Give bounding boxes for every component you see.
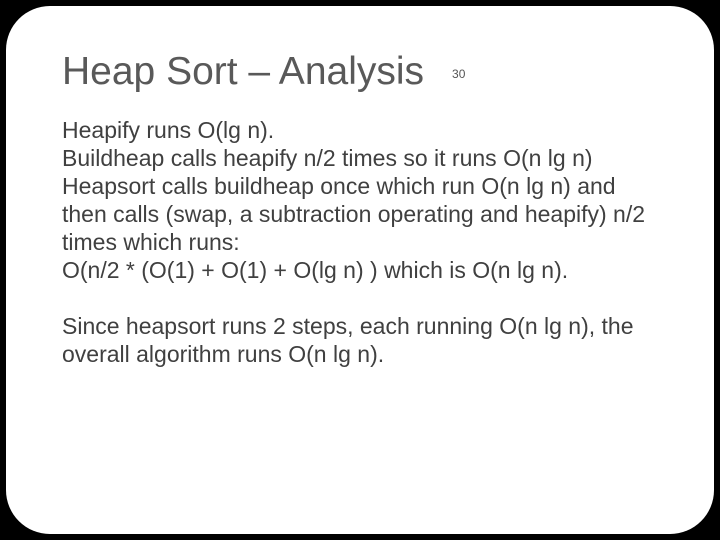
page-number: 30 — [452, 67, 465, 81]
slide-title: Heap Sort – Analysis — [62, 50, 424, 94]
body-line: O(n/2 * (O(1) + O(1) + O(lg n) ) which i… — [62, 256, 658, 284]
body-conclusion: Since heapsort runs 2 steps, each runnin… — [62, 312, 658, 368]
slide: Heap Sort – Analysis 30 Heapify runs O(l… — [6, 6, 714, 534]
body-line: Heapsort calls buildheap once which run … — [62, 172, 658, 256]
body-line: Buildheap calls heapify n/2 times so it … — [62, 144, 658, 172]
slide-body: Heapify runs O(lg n). Buildheap calls he… — [62, 116, 658, 368]
title-row: Heap Sort – Analysis 30 — [62, 50, 658, 94]
body-line: Heapify runs O(lg n). — [62, 116, 658, 144]
